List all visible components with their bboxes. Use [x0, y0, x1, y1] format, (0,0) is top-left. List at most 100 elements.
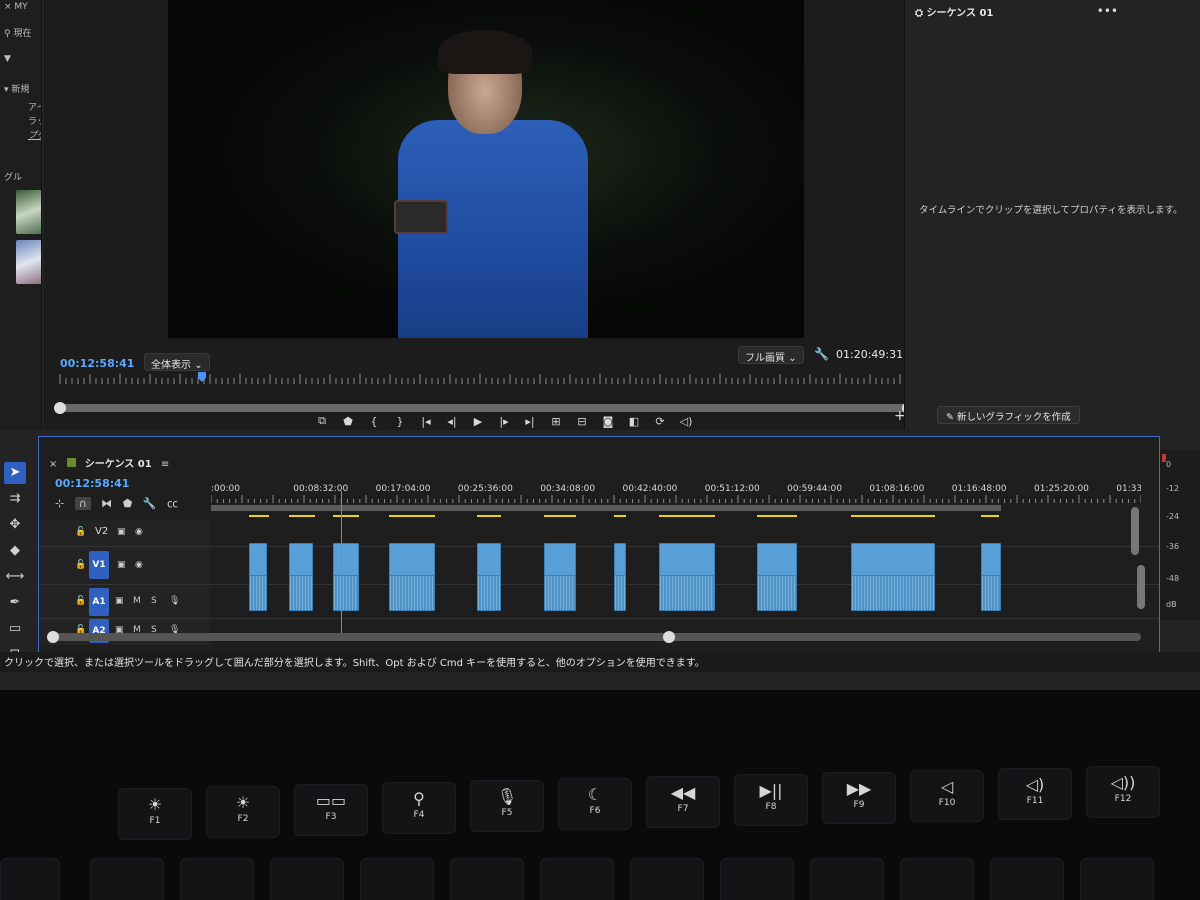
timeline-playhead[interactable] [341, 491, 342, 641]
monitor-zoom-scrollbar[interactable] [54, 402, 914, 414]
eye-icon[interactable]: ◉ [135, 560, 143, 570]
volume-icon[interactable]: ◁) [678, 415, 694, 428]
snap-icon[interactable]: ∩ [74, 497, 91, 510]
microphone-icon[interactable]: 🎙 [169, 596, 180, 606]
key[interactable] [990, 858, 1064, 900]
audio-clip[interactable] [981, 575, 1001, 611]
selection-tool-icon[interactable]: ➤ [4, 462, 26, 484]
scroll-handle-left[interactable] [47, 631, 59, 643]
marker-range[interactable] [477, 515, 501, 517]
scroll-handle-right[interactable] [663, 631, 675, 643]
audio-clip[interactable] [333, 575, 359, 611]
menu-icon[interactable]: ≡ [161, 459, 169, 470]
track-label-a1[interactable]: A1 [89, 588, 109, 616]
video-clip[interactable] [757, 543, 797, 577]
video-clip[interactable] [981, 543, 1001, 577]
function-key-f12[interactable]: ◁)) F12 [1086, 766, 1160, 818]
vr-icon[interactable]: ⟳ [652, 415, 668, 428]
video-clip[interactable] [544, 543, 576, 577]
go-to-out-icon[interactable]: ▸| [522, 415, 538, 428]
timeline-ruler[interactable]: :00:00 00:08:32:00 00:17:04:00 00:25:36:00 0… [211, 481, 1141, 511]
filter-icon[interactable]: ▼ [4, 54, 11, 64]
key[interactable] [810, 858, 884, 900]
audio-track-scrollbar[interactable] [1137, 565, 1145, 609]
function-key-f11[interactable]: ◁) F11 [998, 768, 1072, 820]
sync-lock-icon[interactable]: ▣ [115, 596, 124, 606]
linked-selection-icon[interactable]: ⧓ [101, 497, 112, 510]
mark-in-icon[interactable]: { [366, 415, 382, 428]
key[interactable] [0, 858, 60, 900]
close-icon[interactable]: × [49, 459, 57, 470]
lock-icon[interactable]: 🔓 [75, 560, 86, 570]
comparison-icon[interactable]: ◧ [626, 415, 642, 428]
video-clip[interactable] [659, 543, 715, 577]
marker-icon[interactable]: ⬟ [340, 415, 356, 428]
mute-button[interactable]: M [133, 596, 141, 606]
new-graphic-button[interactable]: ✎ 新しいグラフィックを作成 [937, 406, 1080, 424]
function-key-f3[interactable]: ▭▭ F3 [294, 784, 368, 836]
key[interactable] [630, 858, 704, 900]
timeline-tab[interactable]: × シーケンス 01 ≡ [49, 455, 169, 470]
slip-tool-icon[interactable]: ⟷ [4, 566, 26, 588]
sync-lock-icon[interactable]: ▣ [117, 560, 126, 570]
monitor-current-timecode[interactable]: 00:12:58:41 [60, 357, 134, 370]
function-key-f8[interactable]: ▶|| F8 [734, 774, 808, 826]
captions-icon[interactable]: ㏄ [167, 497, 178, 510]
razor-tool-icon[interactable]: ◆ [4, 540, 26, 562]
go-to-in-icon[interactable]: |◂ [418, 415, 434, 428]
function-key-f2[interactable]: ☀ F2 [206, 786, 280, 838]
function-key-f6[interactable]: ☾ F6 [558, 778, 632, 830]
marker-range[interactable] [249, 515, 269, 517]
timeline-current-timecode[interactable]: 00:12:58:41 [55, 477, 129, 490]
eye-icon[interactable]: ◉ [135, 527, 143, 537]
search-icon[interactable]: ⚲ 現在 [4, 26, 31, 39]
rectangle-tool-icon[interactable]: ▭ [4, 618, 26, 640]
audio-clip[interactable] [851, 575, 935, 611]
key[interactable] [1080, 858, 1154, 900]
audio-clip[interactable] [659, 575, 715, 611]
function-key-f9[interactable]: ▶▶ F9 [822, 772, 896, 824]
wrench-icon[interactable]: 🔧 [814, 347, 829, 361]
video-clip[interactable] [477, 543, 501, 577]
video-clip[interactable] [289, 543, 313, 577]
camera-icon[interactable]: ◙ [600, 415, 616, 428]
panel-tab[interactable]: × MY [4, 2, 28, 12]
key[interactable] [270, 858, 344, 900]
video-clip[interactable] [389, 543, 435, 577]
play-icon[interactable]: ▶ [470, 415, 486, 428]
function-key-f7[interactable]: ◀◀ F7 [646, 776, 720, 828]
audio-clip[interactable] [757, 575, 797, 611]
key[interactable] [720, 858, 794, 900]
video-clip[interactable] [249, 543, 267, 577]
track-label-v2[interactable]: V2 [95, 526, 108, 537]
key[interactable] [90, 858, 164, 900]
video-track-scrollbar[interactable] [1131, 507, 1139, 555]
function-key-f10[interactable]: ◁ F10 [910, 770, 984, 822]
export-frame-icon[interactable]: ⧉ [314, 414, 330, 428]
marker-range[interactable] [389, 515, 435, 517]
key[interactable] [540, 858, 614, 900]
video-clip[interactable] [614, 543, 626, 577]
monitor-ruler[interactable] [56, 372, 906, 384]
quality-dropdown[interactable]: フル画質 ⌄ [738, 346, 804, 364]
zoom-dropdown[interactable]: 全体表示 ⌄ [144, 353, 210, 371]
marker-range[interactable] [981, 515, 999, 517]
marker-range[interactable] [333, 515, 359, 517]
key[interactable] [900, 858, 974, 900]
marker-range[interactable] [544, 515, 576, 517]
timeline-settings-wrench-icon[interactable]: 🔧 [143, 497, 157, 510]
solo-button[interactable]: S [151, 596, 157, 606]
lock-icon[interactable]: 🔓 [75, 527, 86, 537]
lift-icon[interactable]: ⊞ [548, 415, 564, 428]
ripple-edit-tool-icon[interactable]: ✥ [4, 514, 26, 536]
marker-range[interactable] [757, 515, 797, 517]
video-clip[interactable] [851, 543, 935, 577]
audio-clip[interactable] [249, 575, 267, 611]
audio-clip[interactable] [477, 575, 501, 611]
media-thumbnail[interactable] [16, 240, 41, 284]
key[interactable] [180, 858, 254, 900]
track-select-tool-icon[interactable]: ⇉ [4, 488, 26, 510]
more-options-icon[interactable]: ••• [1097, 4, 1118, 18]
audio-clip[interactable] [289, 575, 313, 611]
function-key-f5[interactable]: 🎙 F5 [470, 780, 544, 832]
